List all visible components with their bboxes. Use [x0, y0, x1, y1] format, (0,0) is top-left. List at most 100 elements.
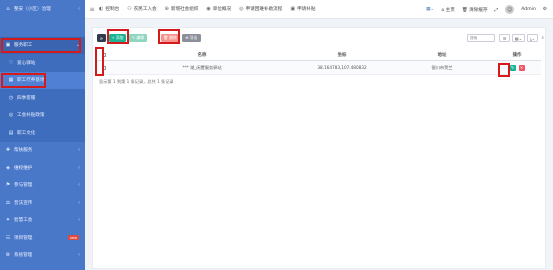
plus-circle-icon: ⊕ [164, 6, 169, 12]
chevron-icon: ‹ [78, 217, 80, 224]
sidebar-item-label: 帮扶服务 [14, 148, 33, 154]
home-label: 主页 [445, 7, 455, 13]
content-panel: ⟳ + 添加 ✎ 编辑 🗑 删除 ⊕ 导出 搜索 ☰ ▦⌄ ⤓⌄ ⌕ 名称 坐标… [92, 27, 546, 269]
sidebar-item-law[interactable]: ⚖ 普法宣传 ‹ [0, 194, 85, 212]
book-icon: ▤ [8, 129, 14, 136]
nav-dashboard[interactable]: ◐ 控制台 [99, 6, 119, 12]
clear-cache-label: 清除缓存 [469, 7, 488, 13]
sidebar-item-label: 智慧工会 [14, 218, 33, 224]
col-name[interactable]: 名称 [117, 50, 287, 60]
user-name[interactable]: Admin [521, 7, 536, 12]
sidebar-item-smart-union[interactable]: ✦ 智慧工会 ‹ [0, 212, 85, 230]
chevron-icon: ‹ [78, 199, 80, 206]
row-address: 银川市贺兰 [431, 64, 453, 70]
clear-cache-link[interactable]: 🗑 清除缓存 [462, 7, 488, 13]
pagination-info: 显示第 1 到第 1 条记录，总共 1 条记录 [99, 79, 174, 84]
sidebar-item-love-station[interactable]: ♡ 爱心驿站 [0, 54, 85, 72]
nav-label: 单位概况 [212, 7, 232, 12]
sidebar-item-customer-service[interactable]: ◷ 四季客服 [0, 89, 85, 107]
money-icon: ▣ [290, 6, 296, 12]
bulb-icon: ✦ [5, 217, 11, 224]
search-icon[interactable]: ⌕ [541, 35, 544, 41]
edit-button[interactable]: ✎ 编辑 [129, 34, 147, 42]
sidebar-item-label: 职工文化 [17, 130, 36, 136]
chevron-icon: ‹ [78, 147, 80, 154]
highlight-box [107, 29, 129, 44]
refresh-button[interactable]: ⟳ [97, 34, 106, 42]
highlight-box [1, 73, 46, 88]
dashboard-icon: ◐ [99, 6, 104, 12]
gift-icon: ◎ [8, 112, 14, 119]
help-icon: ✚ [5, 147, 11, 154]
nav-label: 申请困难补助流程 [245, 7, 283, 12]
nav-migrant-join[interactable]: ⚇ 农民工入会 [127, 6, 156, 12]
highlight-box [498, 63, 510, 77]
avatar[interactable]: ☺ [505, 5, 515, 14]
nav-label: 申请补贴 [297, 7, 316, 12]
highlight-box [158, 29, 180, 44]
sidebar-item-label: 四季客服 [17, 95, 36, 101]
flag-icon: ⚑ [5, 182, 11, 189]
col-address[interactable]: 地址 [397, 50, 487, 60]
chevron-icon: ‹ [78, 164, 80, 171]
heart-icon: ♡ [8, 59, 14, 66]
shield-icon: ◈ [6, 164, 10, 171]
user-add-icon: ⚇ [127, 6, 132, 12]
chevron-icon: ‹ [78, 5, 80, 12]
table-row[interactable]: *** 湖_闲置服务驿站 38.164783,107.480832 银川市贺兰 … [97, 61, 541, 75]
nav-new-org[interactable]: ⊕ 新增社会组织 [165, 6, 199, 12]
nav-label: 控制台 [105, 7, 120, 12]
highlight-box [95, 47, 104, 76]
settings-icon[interactable]: ⚙ [543, 7, 547, 12]
gear-icon: ⚙ [5, 252, 11, 259]
col-coords[interactable]: 坐标 [287, 50, 397, 60]
sidebar-item-projects[interactable]: ☷ 项目管理 new [0, 229, 85, 247]
export-menu-button[interactable]: ⤓⌄ [527, 34, 538, 42]
nav-apply-subsidy[interactable]: ▣ 申请补贴 [290, 6, 315, 12]
sidebar-item-culture[interactable]: ▤ 职工文化 [0, 124, 85, 142]
top-navbar: ≡ ◐ 控制台 ⚇ 农民工入会 ⊕ 新增社会组织 ◉ 单位概况 ◎ 申请困难补助… [85, 0, 553, 19]
sidebar-item-assistance[interactable]: ✚ 帮扶服务 ‹ [0, 142, 85, 160]
info-icon: ◉ [206, 6, 211, 12]
delete-icon[interactable]: ✕ [518, 64, 525, 71]
expand-icon[interactable]: ⤢ [495, 7, 499, 13]
nav-unit-overview[interactable]: ◉ 单位概况 [206, 6, 231, 12]
sidebar-item-label: 普法宣传 [14, 200, 33, 206]
search-input[interactable]: 搜索 [467, 34, 495, 42]
toggle-view-button[interactable]: ☰ [499, 34, 510, 42]
home-link[interactable]: ⌂ 主页 [441, 7, 455, 13]
table-header: 名称 坐标 地址 操作 [97, 50, 541, 61]
sidebar-item-participation[interactable]: ⚑ 参与管理 ‹ [0, 177, 85, 195]
new-badge: new [67, 235, 79, 241]
row-name: *** 湖_闲置服务驿站 [182, 64, 222, 70]
edit-icon[interactable]: ✎ [509, 64, 516, 71]
gavel-icon: ⚖ [5, 199, 11, 206]
project-icon: ☷ [5, 234, 11, 241]
sidebar-item-label: 爱心驿站 [17, 60, 36, 66]
sidebar-item-label: 参与管理 [14, 183, 33, 189]
menu-toggle-icon[interactable]: ≡ [85, 6, 99, 13]
nav-label: 农民工入会 [133, 7, 157, 12]
sidebar-item-label: 工会补贴政策 [17, 113, 45, 119]
sidebar-item-rights[interactable]: ◈ 维权维护 ‹ [0, 159, 85, 177]
highlight-box [1, 38, 81, 53]
sidebar-item-label: 系统管理 [14, 253, 33, 259]
sidebar-item-label: 维权维护 [14, 165, 33, 171]
export-button[interactable]: ⊕ 导出 [182, 34, 201, 42]
flow-icon: ◎ [239, 6, 244, 12]
chevron-icon: ‹ [78, 252, 80, 259]
sidebar-item-community[interactable]: ⌂ 整安（小区）治理 ‹ [0, 0, 85, 18]
col-actions: 操作 [512, 53, 522, 58]
chevron-icon: ‹ [78, 182, 80, 189]
sidebar-item-system[interactable]: ⚙ 系统管理 ‹ [0, 247, 85, 265]
sidebar-item-label: 整安（小区）治理 [14, 6, 51, 12]
topbar-right: ▦⌄ ⌂ 主页 🗑 清除缓存 ⤢ ☺ Admin ⚙ [426, 0, 547, 19]
row-coords: 38.164783,107.480832 [317, 65, 367, 70]
sidebar-item-subsidy-policy[interactable]: ◎ 工会补贴政策 [0, 106, 85, 124]
columns-button[interactable]: ▦⌄ [512, 34, 525, 42]
service-icon: ◷ [8, 94, 14, 101]
sidebar-item-label: 项目管理 [14, 235, 33, 241]
home-icon: ⌂ [6, 5, 10, 12]
nav-hardship-flow[interactable]: ◎ 申请困难补助流程 [239, 6, 282, 12]
grid-icon[interactable]: ▦⌄ [426, 7, 434, 12]
